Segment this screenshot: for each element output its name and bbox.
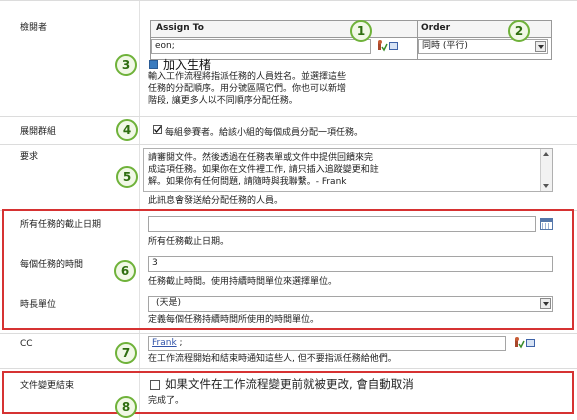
callout-3: 3	[115, 54, 137, 76]
callout-6: 6	[114, 260, 136, 282]
callout-7: 7	[115, 342, 137, 364]
assign-to-input[interactable]: eon;	[151, 39, 371, 54]
request-text-line: 成這項任務。如果你在文件裡工作, 請只插入追蹤變更和註	[148, 165, 379, 175]
cc-value[interactable]: Frank	[152, 338, 177, 348]
approvers-description-line: 輸入工作流程將指派任務的人員姓名。並選擇這些	[148, 72, 347, 82]
assign-to-header: Assign To	[156, 23, 204, 33]
request-textarea[interactable]: 請審閱文件。然後透過在任務表單或文件中提供回饋來完 成這項任務。如果你在文件裡工…	[143, 148, 553, 192]
cc-description: 在工作流程開始和結束時通知這些人, 但不要指派任務給他們。	[148, 354, 397, 364]
expand-groups-label: 展開群組	[20, 127, 57, 137]
row-divider	[0, 333, 577, 334]
cc-picker-icons	[514, 337, 536, 349]
cc-label: CC	[20, 339, 33, 349]
expand-groups-checkbox-label: 每組參賽者。給該小組的每個成員分配一項任務。	[165, 128, 364, 138]
request-description: 此訊息會發送給分配任務的人員。	[148, 196, 284, 206]
add-stage-icon[interactable]	[149, 60, 158, 69]
approvers-description: 輸入工作流程將指派任務的人員姓名。並選擇這些 任務的分配順序。用分號區隔它們。你…	[148, 71, 346, 107]
approvers-label: 檢閱者	[20, 23, 48, 33]
approvers-description-line: 階段, 讓更多人以不同順序分配任務。	[148, 96, 298, 106]
chevron-down-icon	[535, 41, 546, 52]
approvers-description-line: 任務的分配順序。用分號區隔它們。你也可以新增	[148, 84, 347, 94]
row-divider	[0, 116, 577, 117]
order-select-value: 同時 (平行)	[422, 41, 468, 51]
end-on-change-highlight	[2, 371, 574, 414]
request-scrollbar[interactable]	[540, 149, 552, 191]
row-divider	[0, 368, 577, 369]
row-divider	[0, 144, 577, 145]
callout-8: 8	[115, 396, 137, 418]
order-header: Order	[421, 23, 451, 33]
check-names-icon[interactable]	[377, 40, 399, 52]
row-divider	[0, 0, 577, 1]
approvers-picker-icons	[377, 40, 399, 52]
request-text-line: 解。如果你有任何問題, 請隨時與我聯繫。- Frank	[148, 177, 347, 187]
due-date-duration-highlight	[2, 209, 574, 330]
request-text-line: 請審閱文件。然後透過在任務表單或文件中提供回饋來完	[148, 153, 374, 163]
request-label: 要求	[20, 152, 39, 162]
assign-to-value: eon;	[155, 41, 175, 51]
scroll-up-icon[interactable]	[543, 152, 549, 156]
cc-input[interactable]: Frank ;	[148, 336, 506, 351]
scroll-down-icon[interactable]	[543, 184, 549, 188]
callout-2: 2	[508, 20, 530, 42]
callout-1: 1	[350, 20, 372, 42]
callout-5: 5	[116, 166, 138, 188]
cc-value-suffix: ;	[176, 338, 183, 348]
order-select[interactable]: 同時 (平行)	[418, 39, 548, 54]
check-names-icon[interactable]	[514, 337, 536, 349]
callout-4: 4	[116, 119, 138, 141]
checkmark-icon	[153, 126, 162, 134]
request-text: 請審閱文件。然後透過在任務表單或文件中提供回饋來完 成這項任務。如果你在文件裡工…	[148, 152, 528, 188]
expand-groups-checkbox[interactable]	[153, 125, 162, 134]
